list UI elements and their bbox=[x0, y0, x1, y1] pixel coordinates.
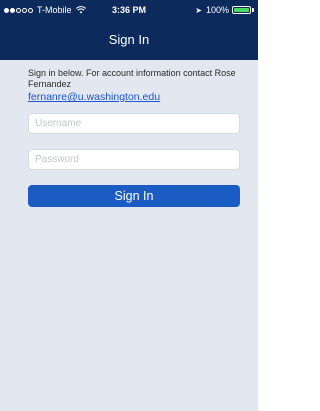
status-right: ➤ 100% bbox=[195, 5, 254, 15]
sign-in-screen: T-Mobile 3:36 PM ➤ 100% Sign In Sign in … bbox=[0, 0, 258, 411]
username-field[interactable] bbox=[28, 113, 240, 134]
nav-bar: Sign In bbox=[0, 20, 258, 60]
password-field[interactable] bbox=[28, 149, 240, 170]
location-arrow-icon: ➤ bbox=[195, 5, 202, 15]
battery-percent: 100% bbox=[205, 5, 229, 15]
page-title: Sign In bbox=[108, 32, 150, 47]
info-text: Sign in below. For account information c… bbox=[28, 68, 236, 89]
contact-email-link[interactable]: fernanre@u.washington.edu bbox=[28, 91, 240, 104]
account-info: Sign in below. For account information c… bbox=[28, 68, 240, 104]
sign-in-button[interactable]: Sign In bbox=[28, 185, 240, 207]
battery-fill bbox=[234, 8, 249, 12]
status-bar: T-Mobile 3:36 PM ➤ 100% bbox=[0, 0, 258, 20]
battery-tip bbox=[252, 8, 254, 12]
battery-icon bbox=[232, 6, 251, 14]
